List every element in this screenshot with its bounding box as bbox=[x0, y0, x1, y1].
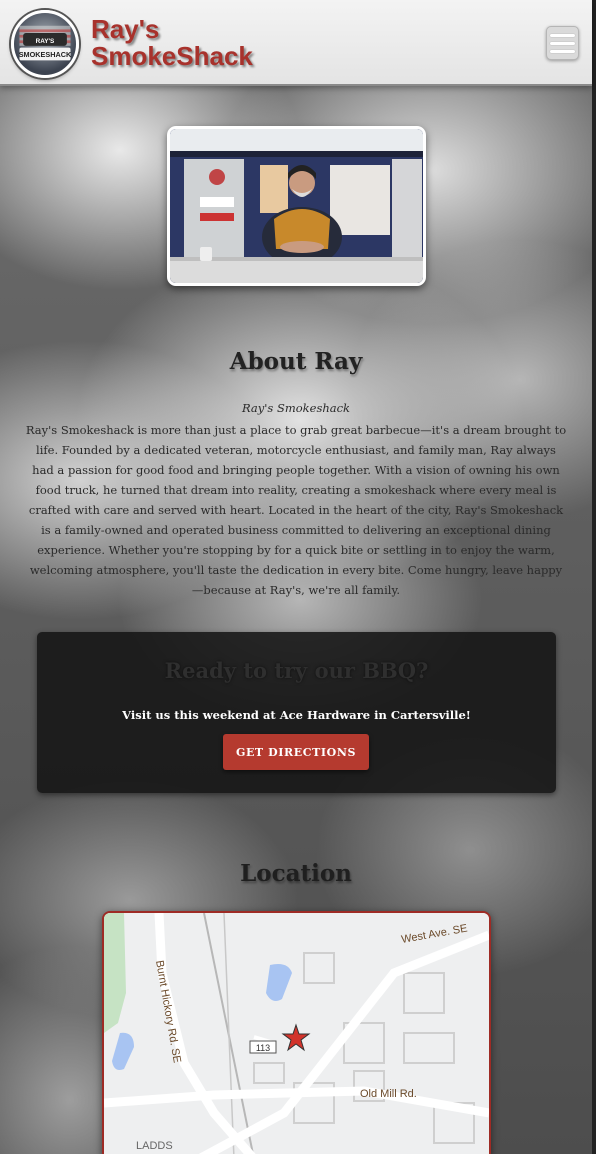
svg-text:RAY'S: RAY'S bbox=[36, 38, 55, 45]
location-title: Location bbox=[240, 860, 352, 887]
cta-text: Visit us this weekend at Ace Hardware in… bbox=[122, 708, 471, 722]
map-label-old-mill: Old Mill Rd. bbox=[360, 1088, 417, 1100]
cta-title: Ready to try our BBQ? bbox=[164, 658, 429, 683]
menu-button[interactable] bbox=[546, 26, 579, 60]
brand-line-2: SmokeShack bbox=[91, 41, 253, 71]
brand-name[interactable]: Ray's SmokeShack bbox=[91, 16, 291, 70]
cta-panel: Ready to try our BBQ? Visit us this week… bbox=[37, 632, 556, 793]
map-label-ladds: LADDS bbox=[136, 1140, 173, 1152]
hamburger-icon-bar bbox=[550, 41, 575, 45]
location-map[interactable]: 113 West Ave. SE Burnt Hickory Rd. SE Ol… bbox=[102, 911, 491, 1154]
about-subtitle: Ray's Smokeshack bbox=[241, 401, 351, 415]
site-header: SMOKESHACK RAY'S Ray's SmokeShack bbox=[0, 0, 592, 86]
page-edge bbox=[592, 0, 596, 1154]
route-label: 113 bbox=[256, 1043, 270, 1053]
brand-line-1: Ray's bbox=[91, 14, 160, 44]
hamburger-icon-bar bbox=[550, 33, 575, 37]
about-title: About Ray bbox=[229, 348, 363, 375]
logo-badge-icon: SMOKESHACK RAY'S bbox=[19, 25, 72, 61]
about-body: Ray's Smokeshack is more than just a pla… bbox=[25, 423, 567, 597]
hamburger-icon-bar bbox=[550, 49, 575, 53]
logo[interactable]: SMOKESHACK RAY'S bbox=[11, 10, 79, 78]
hero-photo bbox=[167, 126, 426, 286]
svg-text:SMOKESHACK: SMOKESHACK bbox=[19, 50, 72, 59]
get-directions-button[interactable]: GET DIRECTIONS bbox=[223, 734, 369, 770]
